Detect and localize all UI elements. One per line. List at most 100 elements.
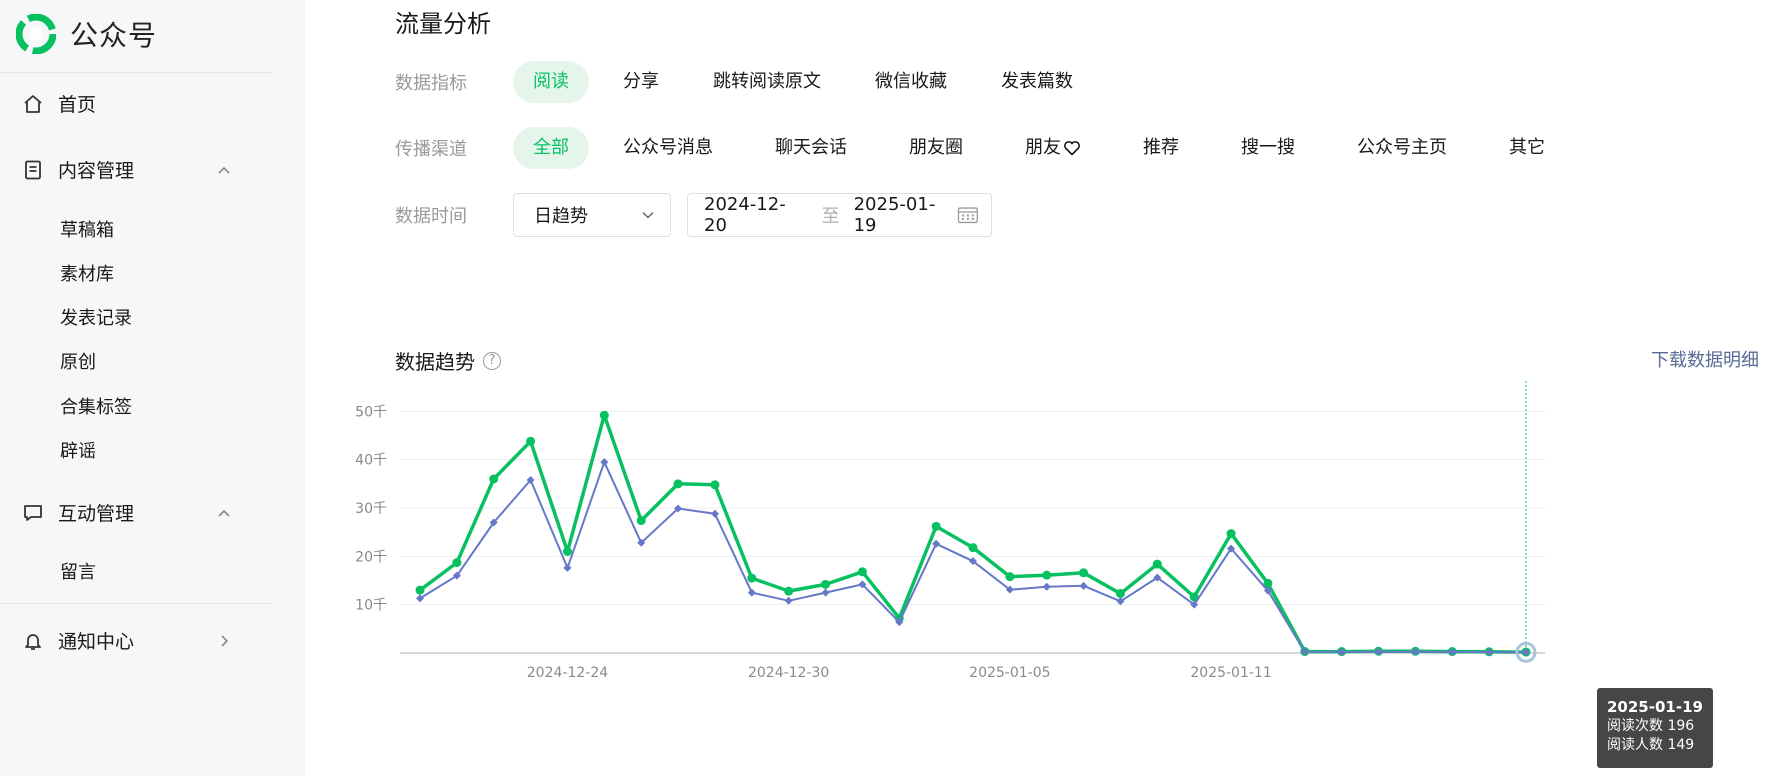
main-content: 流量分析 数据指标 阅读 分享 跳转阅读原文 微信收藏 发表篇数 传播渠道 全部… bbox=[305, 0, 1775, 776]
data-point[interactable] bbox=[1005, 572, 1015, 582]
bell-icon bbox=[22, 630, 44, 652]
nav-comments[interactable]: 留言 bbox=[60, 558, 96, 584]
x-tick-label: 2024-12-30 bbox=[748, 665, 829, 681]
nav-home-label: 首页 bbox=[58, 94, 97, 116]
granularity-select[interactable]: 日趋势 bbox=[513, 193, 671, 237]
channel-chip-search[interactable]: 搜一搜 bbox=[1221, 127, 1315, 169]
nav-drafts[interactable]: 草稿箱 bbox=[60, 216, 114, 242]
calendar-icon bbox=[958, 207, 979, 224]
data-point[interactable] bbox=[1042, 582, 1051, 591]
date-range-picker[interactable]: 2024-12-20 至 2025-01-19 bbox=[687, 193, 992, 237]
comment-icon bbox=[22, 502, 44, 524]
document-icon bbox=[22, 159, 44, 181]
sidebar-divider bbox=[0, 603, 272, 604]
date-start[interactable]: 2024-12-20 bbox=[704, 194, 808, 236]
data-point[interactable] bbox=[968, 543, 978, 553]
chevron-up-icon bbox=[218, 509, 230, 517]
time-filter: 数据时间 日趋势 2024-12-20 至 2025-01-19 bbox=[395, 193, 992, 237]
channel-chip-profile[interactable]: 公众号主页 bbox=[1337, 127, 1467, 169]
metric-chip-publish-count[interactable]: 发表篇数 bbox=[981, 61, 1093, 103]
tooltip-read-count: 阅读次数 196 bbox=[1607, 718, 1695, 734]
nav-interaction-management[interactable]: 互动管理 bbox=[22, 499, 232, 526]
chevron-down-icon bbox=[642, 211, 654, 219]
channel-chip-moments[interactable]: 朋友圈 bbox=[889, 127, 983, 169]
metrics-filter: 数据指标 阅读 分享 跳转阅读原文 微信收藏 发表篇数 bbox=[395, 61, 1107, 103]
chart-series bbox=[415, 410, 1537, 663]
y-tick-label: 10千 bbox=[355, 598, 387, 614]
brand-name: 公众号 bbox=[70, 19, 158, 52]
data-point[interactable] bbox=[673, 479, 683, 489]
page-title: 流量分析 bbox=[395, 10, 491, 38]
date-end[interactable]: 2025-01-19 bbox=[854, 194, 958, 236]
nav-collection-tags[interactable]: 合集标签 bbox=[60, 393, 132, 419]
x-tick-label: 2025-01-11 bbox=[1190, 665, 1271, 681]
help-icon[interactable]: ? bbox=[483, 351, 501, 370]
nav-original[interactable]: 原创 bbox=[60, 348, 96, 374]
nav-publish-records[interactable]: 发表记录 bbox=[60, 304, 132, 330]
data-point[interactable] bbox=[821, 588, 830, 597]
data-point[interactable] bbox=[747, 573, 757, 583]
data-point[interactable] bbox=[1042, 570, 1052, 580]
data-point[interactable] bbox=[489, 474, 499, 484]
trend-section-title: 数据趋势 ? bbox=[395, 346, 501, 375]
data-point[interactable] bbox=[1115, 589, 1125, 599]
data-point[interactable] bbox=[1079, 568, 1089, 578]
data-point[interactable] bbox=[784, 596, 793, 605]
x-axis-ticks: 2024-12-24 2024-12-30 2025-01-05 2025-01-11 bbox=[527, 665, 1272, 681]
series-line bbox=[418, 413, 1527, 654]
metric-chip-read-original[interactable]: 跳转阅读原文 bbox=[693, 61, 841, 103]
brand[interactable]: 公众号 bbox=[16, 14, 157, 54]
data-point[interactable] bbox=[599, 410, 609, 420]
tooltip-date: 2025-01-19 bbox=[1607, 698, 1703, 716]
y-tick-label: 30千 bbox=[355, 501, 387, 517]
data-point[interactable] bbox=[415, 585, 425, 595]
channel-chip-recommend[interactable]: 推荐 bbox=[1123, 127, 1199, 169]
data-point[interactable] bbox=[710, 509, 719, 518]
data-point[interactable] bbox=[526, 436, 536, 446]
trend-chart[interactable]: 10千20千30千40千50千60千 2024-12-242024-12-302… bbox=[305, 380, 1775, 776]
tooltip-reader-count: 阅读人数 149 bbox=[1607, 737, 1695, 753]
chevron-up-icon bbox=[218, 166, 230, 174]
channel-chip-all[interactable]: 全部 bbox=[513, 127, 589, 169]
data-point[interactable] bbox=[932, 539, 941, 548]
data-point[interactable] bbox=[710, 480, 720, 490]
chart-grid bbox=[400, 410, 1545, 654]
nav-notifications[interactable]: 通知中心 bbox=[22, 627, 232, 654]
nav-notifications-label: 通知中心 bbox=[58, 631, 135, 653]
data-point[interactable] bbox=[747, 588, 756, 597]
y-tick-label: 20千 bbox=[355, 549, 387, 565]
data-point[interactable] bbox=[636, 516, 646, 526]
home-icon bbox=[22, 93, 44, 115]
data-point[interactable] bbox=[784, 586, 794, 596]
time-filter-label: 数据时间 bbox=[395, 206, 467, 227]
data-point[interactable] bbox=[857, 567, 867, 577]
y-tick-label: 50千 bbox=[355, 404, 387, 420]
nav-home[interactable]: 首页 bbox=[22, 90, 232, 117]
date-separator: 至 bbox=[821, 206, 840, 227]
download-details-link[interactable]: 下载数据明细 bbox=[1651, 346, 1759, 372]
metrics-filter-label: 数据指标 bbox=[395, 73, 467, 94]
channel-chip-friends[interactable]: 朋友 bbox=[1005, 127, 1101, 169]
data-point[interactable] bbox=[563, 563, 572, 572]
granularity-value: 日趋势 bbox=[534, 206, 588, 227]
data-point[interactable] bbox=[1226, 529, 1236, 539]
data-point[interactable] bbox=[1152, 559, 1162, 569]
nav-materials[interactable]: 素材库 bbox=[60, 260, 114, 286]
channel-chip-friends-label: 朋友 bbox=[1025, 137, 1061, 158]
channel-filter: 传播渠道 全部 公众号消息 聊天会话 朋友圈 朋友 推荐 搜一搜 公众号主页 其… bbox=[395, 127, 1579, 169]
nav-rumor-refute[interactable]: 辟谣 bbox=[60, 437, 96, 463]
metric-chip-read[interactable]: 阅读 bbox=[513, 61, 589, 103]
data-point[interactable] bbox=[452, 558, 462, 568]
data-point[interactable] bbox=[562, 547, 572, 556]
channel-filter-label: 传播渠道 bbox=[395, 139, 467, 160]
sidebar-divider bbox=[0, 72, 272, 73]
channel-chip-other[interactable]: 其它 bbox=[1489, 127, 1565, 169]
metric-chip-favorites[interactable]: 微信收藏 bbox=[855, 61, 967, 103]
data-point[interactable] bbox=[931, 521, 941, 531]
data-point[interactable] bbox=[1079, 581, 1088, 590]
data-point[interactable] bbox=[821, 579, 831, 589]
nav-content-management[interactable]: 内容管理 bbox=[22, 156, 232, 183]
channel-chip-chats[interactable]: 聊天会话 bbox=[755, 127, 867, 169]
metric-chip-share[interactable]: 分享 bbox=[603, 61, 679, 103]
channel-chip-messages[interactable]: 公众号消息 bbox=[603, 127, 733, 169]
